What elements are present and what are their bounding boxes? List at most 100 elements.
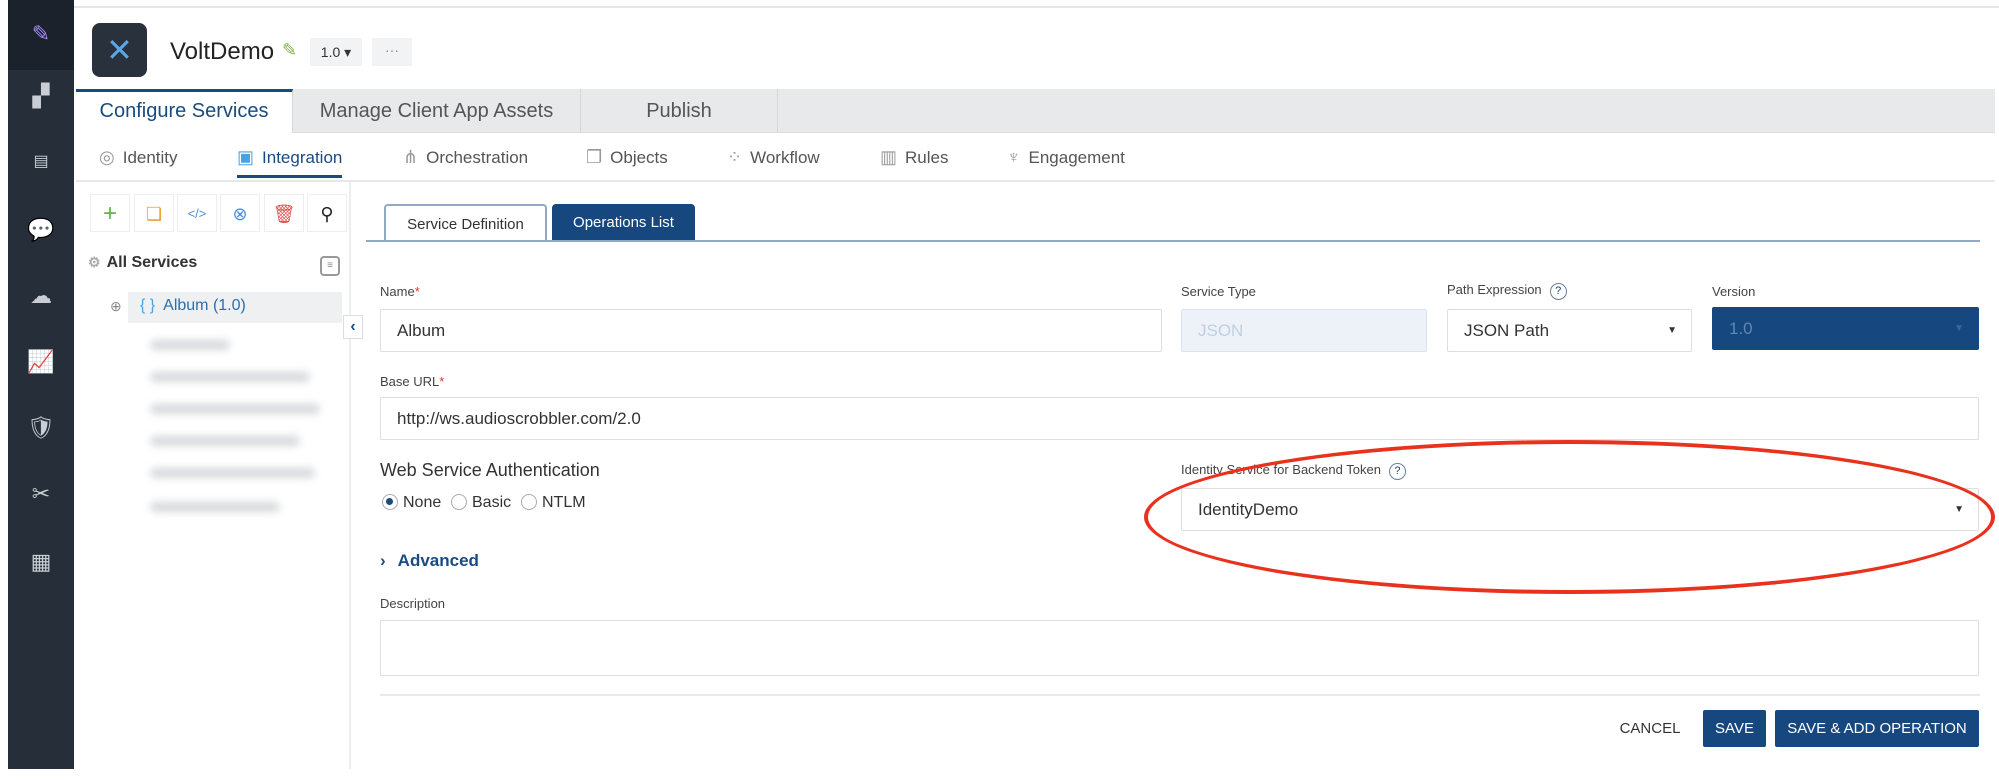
identity-service-value: IdentityDemo (1198, 500, 1299, 519)
search-icon[interactable]: ⚲ (307, 194, 347, 232)
cancel-button[interactable]: CANCEL (1612, 710, 1688, 747)
delete-icon[interactable]: 🗑 (264, 194, 304, 232)
puzzle-icon: ▣ (237, 147, 255, 167)
path-expression-label: Path Expression? (1447, 282, 1567, 300)
edit-pencil-icon[interactable]: ✎ (282, 40, 297, 61)
subnav-label: Engagement (1028, 148, 1125, 167)
top-border (74, 6, 1999, 8)
objects-icon: ❐ (586, 147, 603, 167)
link-icon[interactable]: ⊗ (220, 194, 260, 232)
filter-icon[interactable]: ≡ (320, 256, 340, 276)
service-type-label: Service Type (1181, 284, 1256, 299)
main-tabs: Configure Services Manage Client App Ass… (76, 89, 1995, 133)
services-icon[interactable]: ▦ (27, 548, 55, 576)
blurred-list-item (150, 340, 230, 350)
dashboard-icon[interactable]: ▞ (27, 82, 55, 110)
help-icon[interactable]: ? (1549, 283, 1567, 300)
radio-unchecked-icon (521, 494, 537, 510)
fingerprint-icon: ◎ (99, 147, 115, 167)
radio-none[interactable]: None (382, 494, 441, 512)
path-expression-value: JSON Path (1464, 321, 1550, 340)
add-icon[interactable]: + (90, 194, 130, 232)
name-input[interactable]: Album (380, 309, 1162, 352)
tab-manage-client-app-assets[interactable]: Manage Client App Assets (293, 89, 581, 133)
name-label: Name* (380, 284, 420, 299)
cloud-icon[interactable]: ☁ (27, 282, 55, 310)
sub-navigation: ◎ Identity ▣ Integration ⋔ Orchestration ❐ O… (76, 133, 1995, 182)
product-logo[interactable]: ✎ (8, 0, 74, 70)
blurred-list-item (150, 372, 310, 382)
base-url-label: Base URL* (380, 374, 445, 389)
blurred-list-item (150, 404, 320, 414)
more-options-button[interactable]: ··· (372, 38, 412, 66)
security-folder-icon[interactable]: 🛡 (27, 414, 55, 442)
version-value: 1.0 (1729, 319, 1753, 338)
subnav-objects[interactable]: ❐ Objects (586, 133, 668, 182)
caret-down-icon: ▼ (1954, 323, 1964, 334)
subnav-label: Rules (905, 148, 949, 167)
rules-book-icon: ▥ (880, 147, 898, 167)
subnav-rules[interactable]: ▥ Rules (880, 133, 948, 182)
radio-unchecked-icon (451, 494, 467, 510)
base-url-input[interactable]: http://ws.audioscrobbler.com/2.0 (380, 397, 1979, 440)
advanced-label: Advanced (397, 551, 479, 570)
all-services-header[interactable]: ⚙ All Services (88, 254, 197, 272)
tab-service-definition[interactable]: Service Definition (384, 204, 547, 242)
blurred-list-item (150, 502, 280, 512)
advanced-toggle[interactable]: › Advanced (380, 551, 479, 571)
radio-label: Basic (472, 494, 512, 511)
version-dropdown[interactable]: 1.0 ▾ (310, 38, 362, 66)
radio-basic[interactable]: Basic (451, 494, 511, 512)
json-braces-icon: { } (140, 297, 156, 314)
left-nav-rail: ✎ ▞ ▤ 💬 ☁ 📈 🛡 ✂ ▦ (8, 0, 74, 769)
service-list-item-label[interactable]: { } Album (1.0) (140, 297, 246, 315)
code-icon[interactable]: </> (177, 194, 217, 232)
radio-label: None (403, 494, 442, 511)
path-expression-select[interactable]: JSON Path ▼ (1447, 309, 1692, 352)
save-and-add-operation-button[interactable]: SAVE & ADD OPERATION (1775, 710, 1979, 747)
save-button[interactable]: SAVE (1703, 710, 1766, 747)
tab-underline (366, 240, 1980, 242)
caret-down-icon: ▼ (1667, 325, 1677, 336)
expand-icon[interactable]: ⊕ (110, 298, 122, 315)
subnav-identity[interactable]: ◎ Identity (99, 133, 178, 182)
app-title: VoltDemo (170, 38, 275, 65)
version-field-label: Version (1712, 284, 1756, 299)
subnav-label: Identity (122, 148, 178, 167)
analytics-icon[interactable]: 📈 (27, 348, 55, 376)
workflow-icon: ⁘ (727, 147, 743, 167)
subnav-workflow[interactable]: ⁘ Workflow (727, 133, 820, 182)
tab-operations-list[interactable]: Operations List (552, 204, 695, 242)
album-label: Album (1.0) (163, 297, 246, 314)
description-textarea[interactable] (380, 620, 1979, 676)
blurred-list-item (150, 436, 300, 446)
collapse-panel-button[interactable]: ‹ (343, 315, 363, 339)
identity-service-label: Identity Service for Backend Token? (1181, 462, 1406, 480)
identity-service-select[interactable]: IdentityDemo ▼ (1181, 488, 1979, 531)
api-icon[interactable]: ▤ (27, 148, 55, 176)
all-services-label: All Services (106, 254, 198, 271)
blurred-list-item (150, 468, 315, 478)
radio-label: NTLM (542, 494, 586, 511)
tab-configure-services[interactable]: Configure Services (76, 89, 293, 133)
form-divider (380, 694, 1980, 696)
copy-icon[interactable]: ❏ (134, 194, 174, 232)
version-label: 1.0 (320, 44, 341, 60)
app-icon: ✕ (92, 23, 147, 77)
subnav-integration[interactable]: ▣ Integration (237, 133, 343, 182)
subnav-engagement[interactable]: ♆ Engagement (1007, 133, 1125, 182)
help-icon[interactable]: ? (1388, 463, 1406, 480)
tab-publish[interactable]: Publish (581, 89, 778, 133)
tools-icon[interactable]: ✂ (27, 480, 55, 508)
radio-checked-icon (382, 494, 398, 510)
logo-icon: ✎ (31, 21, 51, 46)
subnav-label: Orchestration (426, 148, 529, 167)
subnav-label: Objects (610, 148, 668, 167)
version-select[interactable]: 1.0 ▼ (1712, 307, 1979, 350)
subnav-orchestration[interactable]: ⋔ Orchestration (403, 133, 528, 182)
radio-ntlm[interactable]: NTLM (521, 494, 586, 512)
chat-icon[interactable]: 💬 (27, 216, 55, 244)
gear-icon: ⚙ (88, 254, 101, 270)
description-label: Description (380, 596, 446, 611)
auth-label: Web Service Authentication (380, 460, 600, 480)
